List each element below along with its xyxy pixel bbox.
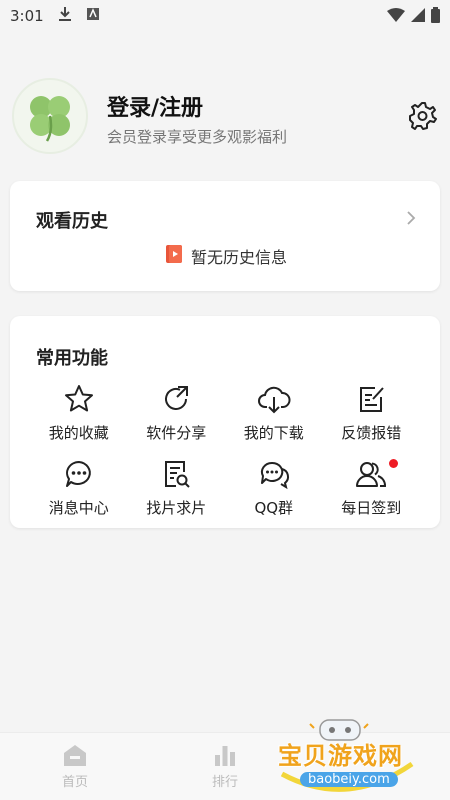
function-label: 反馈报错 xyxy=(341,424,402,442)
share-app-button[interactable]: 软件分享 xyxy=(128,382,226,443)
ranking-icon xyxy=(215,746,235,766)
status-time: 3:01 xyxy=(10,7,44,25)
battery-icon xyxy=(431,7,440,27)
function-label: 我的收藏 xyxy=(48,424,109,442)
history-empty-text: 暂无历史信息 xyxy=(190,248,287,267)
search-doc-icon xyxy=(159,457,193,491)
history-empty-state: 暂无历史信息 xyxy=(10,243,440,269)
signal-icon xyxy=(411,8,425,26)
downloads-button[interactable]: 我的下载 xyxy=(225,382,323,443)
feedback-icon xyxy=(354,382,388,416)
notification-badge xyxy=(389,459,398,468)
nav-ranking-label: 排行 xyxy=(211,775,238,790)
qq-group-button[interactable]: QQ群 xyxy=(225,457,323,518)
download-icon xyxy=(58,6,72,26)
chat-bubbles-icon xyxy=(257,457,291,491)
common-functions-title: 常用功能 xyxy=(36,348,108,369)
favorites-button[interactable]: 我的收藏 xyxy=(30,382,128,443)
share-icon xyxy=(159,382,193,416)
nav-home[interactable]: 首页 xyxy=(0,733,150,800)
star-icon xyxy=(62,382,96,416)
site-watermark: 宝贝游戏网 baobeiy.com xyxy=(272,714,422,794)
clover-icon xyxy=(30,96,70,142)
gear-icon xyxy=(409,102,437,130)
message-icon xyxy=(62,457,96,491)
status-bar: 3:01 xyxy=(0,0,450,32)
function-grid: 我的收藏 软件分享 我的下载 反馈报错 消息中心 找片求片 QQ群 每日签到 xyxy=(30,382,420,518)
profile-header: 登录/注册 会员登录享受更多观影福利 xyxy=(12,78,438,158)
watch-history-title: 观看历史 xyxy=(36,211,108,232)
function-label: 我的下载 xyxy=(243,424,304,442)
wifi-icon xyxy=(387,8,405,26)
feedback-button[interactable]: 反馈报错 xyxy=(323,382,421,443)
daily-checkin-button[interactable]: 每日签到 xyxy=(323,457,421,518)
users-icon xyxy=(354,457,388,491)
cloud-download-icon xyxy=(257,382,291,416)
function-label: 消息中心 xyxy=(48,499,109,517)
function-label: QQ群 xyxy=(254,499,294,517)
app-notification-icon xyxy=(86,7,100,25)
request-video-button[interactable]: 找片求片 xyxy=(128,457,226,518)
nav-home-label: 首页 xyxy=(61,775,88,790)
watch-history-card[interactable]: 观看历史 暂无历史信息 xyxy=(10,181,440,291)
function-label: 软件分享 xyxy=(146,424,207,442)
common-functions-card: 常用功能 我的收藏 软件分享 我的下载 反馈报错 消息中心 找片求片 QQ群 每… xyxy=(10,316,440,528)
watermark-text: 宝贝游戏网 xyxy=(278,742,403,770)
history-book-icon xyxy=(163,243,185,269)
home-icon xyxy=(64,745,86,766)
avatar[interactable] xyxy=(12,78,88,154)
function-label: 找片求片 xyxy=(146,499,207,517)
function-label: 每日签到 xyxy=(341,499,402,517)
chevron-right-icon[interactable] xyxy=(404,209,418,227)
settings-button[interactable] xyxy=(406,100,438,132)
login-register-link[interactable]: 登录/注册 xyxy=(107,90,203,122)
login-subtitle: 会员登录享受更多观影福利 xyxy=(107,128,288,146)
watermark-url: baobeiy.com xyxy=(300,772,398,787)
message-center-button[interactable]: 消息中心 xyxy=(30,457,128,518)
